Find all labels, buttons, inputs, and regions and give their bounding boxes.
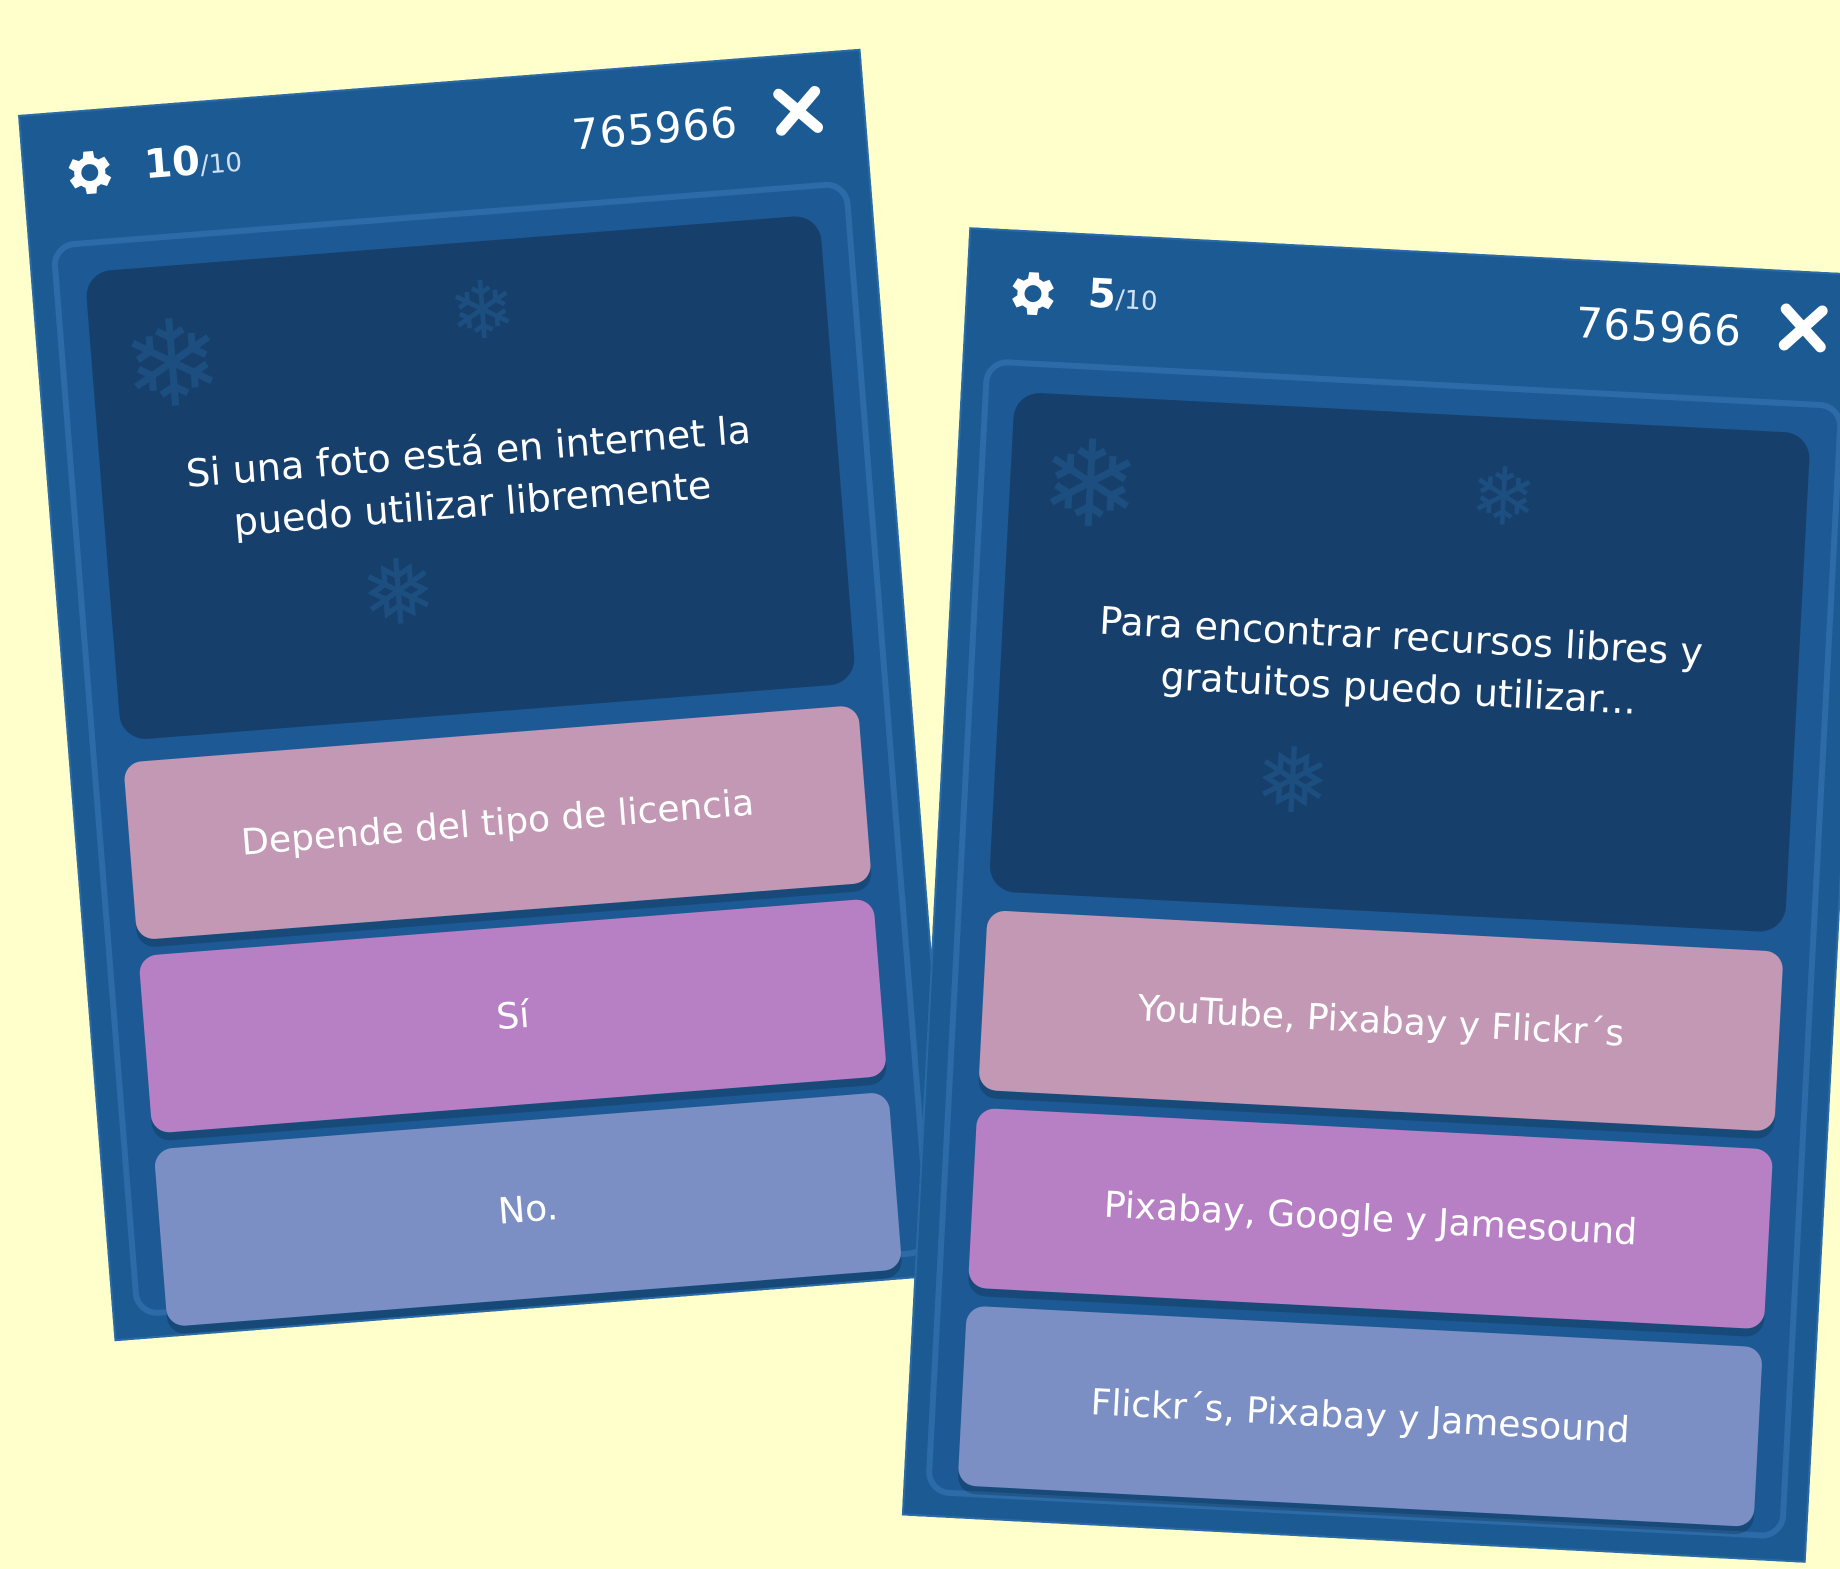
answer-option-2[interactable]: Sí: [138, 898, 888, 1134]
answer-option-2[interactable]: Pixabay, Google y Jamesound: [967, 1107, 1774, 1330]
close-icon[interactable]: [1771, 295, 1836, 360]
question-box: ❄ ❄ ❅ Para encontrar recursos libres y g…: [988, 391, 1811, 933]
question-counter-total: /10: [1114, 284, 1159, 318]
answer-option-1[interactable]: Depende del tipo de licencia: [123, 704, 872, 941]
quiz-card-right: 5/10 765966 ❄ ❄ ❅ Para encontrar recurso…: [901, 227, 1840, 1563]
answer-option-3[interactable]: No.: [153, 1091, 903, 1328]
gear-icon[interactable]: [1003, 263, 1064, 324]
score: 765966: [1574, 298, 1744, 356]
close-icon[interactable]: [765, 77, 832, 144]
question-counter-total: /10: [199, 147, 244, 181]
question-counter-current: 5: [1086, 270, 1118, 318]
question-counter-current: 10: [142, 137, 202, 189]
quiz-panel: ❄ ❄ ❅ Para encontrar recursos libres y g…: [924, 358, 1840, 1540]
answer-option-3[interactable]: Flickr´s, Pixabay y Jamesound: [957, 1305, 1763, 1528]
score: 765966: [570, 97, 740, 160]
gear-icon[interactable]: [59, 141, 121, 203]
question-box: ❄ ❄ ❅ Si una foto está en internet la pu…: [84, 214, 857, 741]
question-text: Para encontrar recursos libres y gratuit…: [1098, 598, 1704, 723]
question-text: Si una foto está en internet la puedo ut…: [184, 407, 753, 545]
answer-option-1[interactable]: YouTube, Pixabay y Flickr´s: [978, 910, 1784, 1132]
quiz-card-left: 10/10 765966 ❄ ❄ ❅ Si una foto está en i…: [18, 48, 957, 1342]
question-counter: 10/10: [142, 128, 244, 200]
question-counter: 5/10: [1086, 264, 1159, 333]
quiz-panel: ❄ ❄ ❅ Si una foto está en internet la pu…: [50, 180, 934, 1328]
